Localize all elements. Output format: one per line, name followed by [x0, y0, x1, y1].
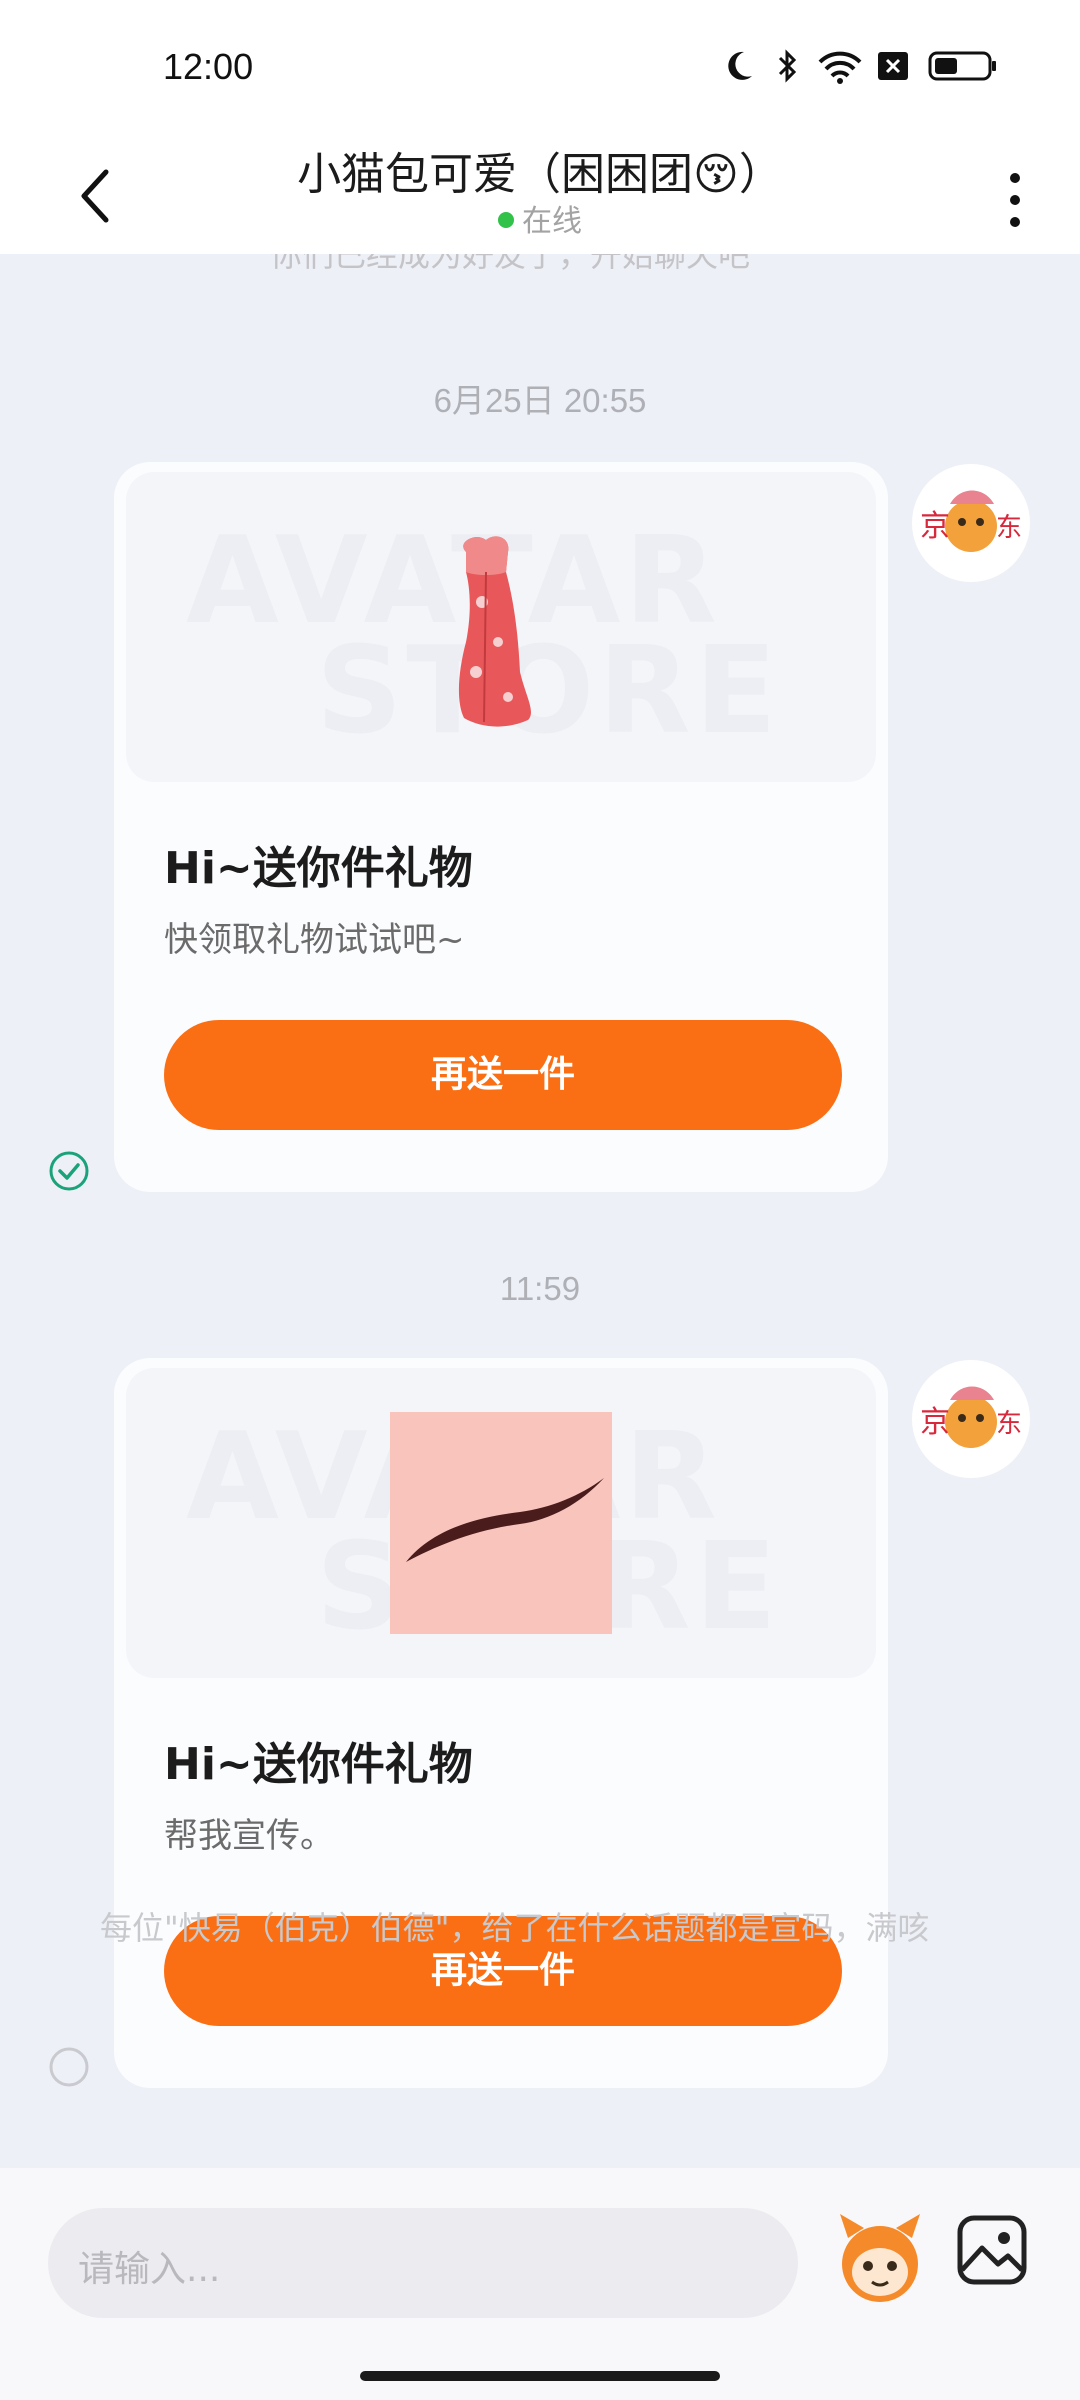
gift-image: AVATAR STORE [126, 1368, 876, 1678]
chat-messages[interactable]: 你们已经成为好友了，开始聊天吧 6月25日 20:55 AVATAR STORE… [0, 254, 1080, 2168]
home-indicator[interactable] [360, 2371, 720, 2381]
gift-card-title: Hi~送你件礼物 [164, 1739, 473, 1790]
eyebrow-item-icon [390, 1412, 612, 1634]
avatar-image-icon: 京 东 [920, 1386, 1022, 1448]
more-options-icon[interactable] [990, 150, 1040, 234]
sim-off-icon [878, 52, 908, 80]
gift-card[interactable]: AVATAR STORE Hi~送你件礼物 快领取礼物试试吧~ 再送一件 [114, 462, 888, 1192]
moon-icon [728, 51, 752, 80]
watermark-text: STORE [316, 622, 781, 761]
gift-image: AVATAR STORE [126, 472, 876, 782]
message-timestamp: 6月25日 20:55 [433, 382, 647, 419]
online-status-text: 在线 [522, 204, 582, 239]
system-message: 每位"快易（伯克）伯德"，给了在什么话题都是宣码，满咳 [100, 1909, 930, 1947]
svg-text:东: 东 [996, 513, 1022, 543]
chat-header: 小猫包可爱（困困团😚） 在线 [0, 130, 1080, 254]
battery-icon [928, 51, 996, 81]
send-another-button[interactable]: 再送一件 [164, 1020, 842, 1130]
pending-status-icon [49, 2047, 89, 2087]
gift-card-title: Hi~送你件礼物 [164, 843, 473, 894]
online-status: 在线 [0, 196, 1080, 240]
status-time: 12:00 [163, 46, 254, 87]
svg-text:京: 京 [920, 1405, 950, 1440]
avatar[interactable]: 京 东 [912, 1360, 1030, 1478]
svg-text:东: 东 [996, 1409, 1022, 1439]
message-timestamp: 11:59 [499, 1270, 581, 1307]
message-input[interactable]: 请输入... [48, 2208, 798, 2318]
gift-card[interactable]: AVATAR STORE Hi~送你件礼物 帮我宣传。 再送一件 [114, 1358, 888, 2088]
avatar-image-icon: 京 东 [920, 490, 1022, 552]
status-bar: 12:00 [0, 0, 1080, 130]
chat-title: 小猫包可爱（困困团😚） [297, 149, 783, 200]
image-picker-icon[interactable] [954, 2212, 1030, 2288]
sticker-mascot-icon[interactable] [830, 2208, 930, 2308]
system-message: 你们已经成为好友了，开始聊天吧 [270, 254, 751, 274]
bluetooth-icon [778, 49, 797, 83]
gift-card-description: 帮我宣传。 [164, 1816, 334, 1856]
message-input-placeholder: 请输入... [78, 2249, 221, 2290]
online-dot-icon [498, 211, 514, 228]
wifi-icon [818, 51, 862, 84]
input-bar: 请输入... [0, 2168, 1080, 2400]
dress-item-icon [458, 536, 531, 727]
avatar[interactable]: 京 东 [912, 464, 1030, 582]
svg-text:京: 京 [920, 509, 950, 544]
gift-card-description: 快领取礼物试试吧~ [164, 920, 465, 960]
read-check-icon [49, 1151, 89, 1191]
